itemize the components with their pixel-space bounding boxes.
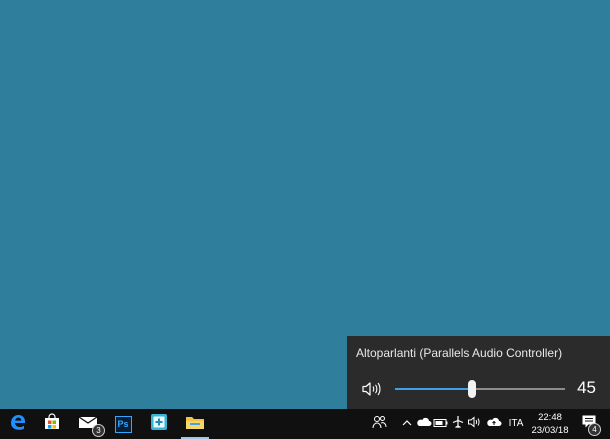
airplane-icon — [451, 415, 465, 434]
volume-value: 45 — [577, 378, 596, 397]
volume-slider[interactable] — [395, 380, 565, 398]
onedrive-icon — [416, 415, 432, 433]
edge-icon — [9, 413, 27, 436]
action-center-button[interactable]: 4 — [574, 409, 604, 439]
speaker-icon[interactable] — [361, 380, 383, 398]
taskbar-edge-button[interactable] — [1, 409, 35, 439]
battery-icon — [433, 415, 449, 433]
input-language[interactable]: ITA — [504, 409, 528, 439]
plus-app-icon — [150, 413, 168, 436]
taskbar-file-explorer-button[interactable] — [178, 409, 212, 439]
battery-button[interactable] — [432, 409, 449, 439]
people-icon — [372, 415, 387, 434]
photoshop-icon: Ps — [114, 415, 132, 433]
chevron-up-icon — [401, 415, 413, 433]
audio-device-name[interactable]: Altoparlanti (Parallels Audio Controller… — [356, 346, 562, 360]
taskbar-app-button[interactable] — [142, 409, 176, 439]
volume-slider-thumb[interactable] — [468, 380, 476, 398]
cloud-icon — [486, 415, 502, 433]
mail-badge: 3 — [92, 424, 105, 437]
clock-date: 23/03/18 — [531, 425, 569, 436]
taskbar-photoshop-button[interactable]: Ps — [106, 409, 140, 439]
clock[interactable]: 22:48 23/03/18 — [528, 411, 572, 439]
taskbar-store-button[interactable] — [35, 409, 69, 439]
volume-slider-fill — [395, 388, 472, 390]
airplane-mode-button[interactable] — [449, 409, 466, 439]
show-hidden-icons-button[interactable] — [398, 409, 415, 439]
taskbar: 3 Ps ITA 22:48 23/03/18 4 — [0, 409, 610, 439]
taskbar-mail-button[interactable]: 3 — [71, 409, 105, 439]
volume-tray-button[interactable] — [466, 409, 483, 439]
volume-icon — [467, 415, 483, 434]
volume-flyout: Altoparlanti (Parallels Audio Controller… — [347, 336, 610, 409]
cloud-button[interactable] — [485, 409, 502, 439]
folder-icon — [185, 414, 205, 435]
notifications-badge: 4 — [588, 423, 601, 436]
store-icon — [43, 412, 61, 436]
onedrive-button[interactable] — [415, 409, 432, 439]
clock-time: 22:48 — [538, 412, 562, 423]
people-button[interactable] — [371, 409, 388, 439]
